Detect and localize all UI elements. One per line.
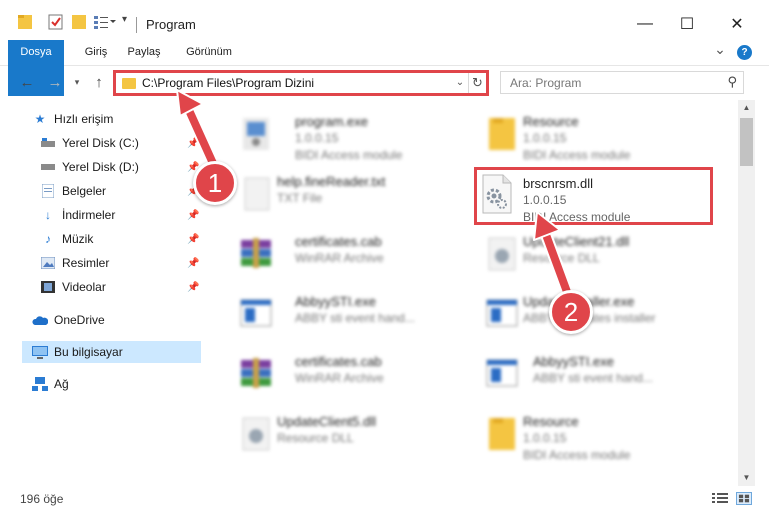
annotation-arrows: [176, 89, 576, 306]
arrow-2: [533, 211, 576, 306]
annotation-badge-2: 2: [549, 290, 593, 334]
annotation-badge-1: 1: [193, 161, 237, 205]
arrow-1: [176, 89, 222, 176]
